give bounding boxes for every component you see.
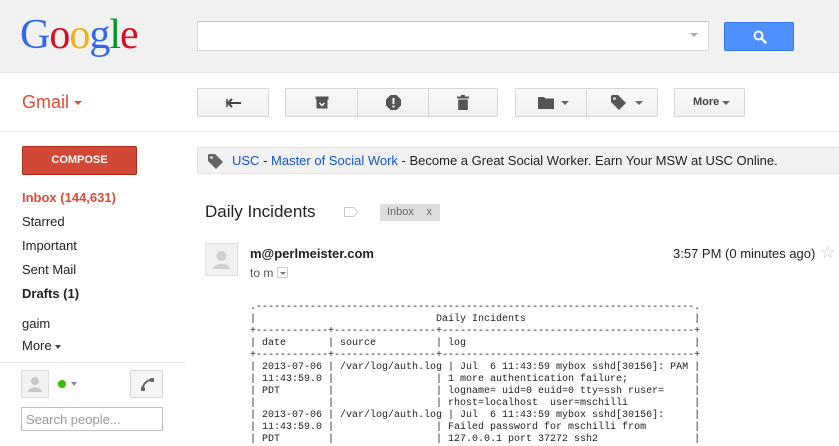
message-timestamp: 3:57 PM (0 minutes ago) [673, 246, 816, 261]
logo-letter: o [49, 12, 70, 58]
search-icon [753, 30, 767, 44]
logo-letter: o [69, 12, 90, 58]
sender-email[interactable]: m@perlmeister.com [250, 246, 374, 261]
chevron-down-icon [722, 101, 730, 105]
message-body-line: | 11:43:59.0 | | Failed password for msc… [250, 422, 701, 433]
user-silhouette-icon [28, 377, 42, 392]
more-label: More [693, 96, 720, 108]
search-options-chevron-down-icon[interactable] [690, 33, 698, 37]
message-body-line: | 2013-07-06 | /var/log/auth.log | Jul 6… [250, 410, 701, 421]
avatar[interactable] [21, 370, 49, 398]
ad-banner[interactable]: USC - Master of Social Work - Become a G… [197, 147, 839, 174]
label-icon [208, 154, 223, 169]
label-chip-text: Inbox [387, 206, 414, 218]
message-body-line: | 11:43:59.0 | | 1 more authentication f… [250, 374, 701, 385]
nav-more-label: More [22, 338, 52, 353]
nav-item-inbox[interactable]: Inbox (144,631) [22, 190, 116, 205]
message-actions-group [285, 88, 498, 117]
recipient-text: to m [250, 266, 274, 280]
message-body: .---------------------------------------… [250, 302, 700, 446]
recipient-line: to m [250, 266, 289, 280]
ad-description: Become a Great Social Worker. Earn Your … [409, 153, 778, 168]
message-body-line: | 2013-07-06 | /var/log/auth.log | Jul 6… [250, 362, 701, 373]
ad-separator: - [259, 153, 272, 168]
message-body-line: | date | source | log | [250, 338, 701, 349]
delete-icon [457, 95, 469, 110]
label-chip-inbox: Inbox x [380, 204, 440, 221]
remove-label-button[interactable]: x [427, 204, 433, 221]
labels-button[interactable] [586, 89, 657, 116]
report-spam-icon [386, 95, 401, 110]
nav-item-starred[interactable]: Starred [22, 214, 65, 229]
message-body-line: +------------+-----------------+--------… [250, 350, 701, 361]
presence-status-icon[interactable] [58, 380, 66, 388]
message-body-line: | | | rhost=localhost user=mschilli | [250, 398, 701, 409]
header-divider [0, 131, 839, 132]
gmail-label: Gmail [22, 92, 70, 112]
message-body-line: | Daily Incidents | [250, 314, 701, 325]
call-phone-button[interactable] [130, 370, 163, 398]
back-arrow-icon [226, 98, 241, 108]
ad-sponsor-link[interactable]: USC [232, 153, 259, 168]
nav-item-gaim[interactable]: gaim [22, 316, 50, 331]
show-details-chevron-down-icon[interactable] [277, 267, 289, 278]
search-input[interactable] [197, 21, 709, 51]
chevron-down-icon [54, 344, 61, 349]
logo-letter: l [109, 12, 121, 58]
report-spam-button[interactable] [357, 89, 428, 116]
organize-group [515, 88, 658, 117]
google-logo[interactable]: Google [20, 10, 139, 60]
archive-button[interactable] [286, 89, 357, 116]
top-bar: Google [0, 0, 839, 73]
message-subject: Daily Incidents [205, 202, 316, 221]
ad-text: USC - Master of Social Work - Become a G… [232, 148, 778, 173]
logo-letter: G [20, 12, 50, 58]
ad-title-link[interactable]: Master of Social Work [271, 153, 398, 168]
compose-button[interactable]: COMPOSE [22, 146, 137, 175]
back-button[interactable] [197, 88, 269, 117]
logo-letter: e [120, 12, 139, 58]
label-icon [611, 95, 626, 110]
move-to-button[interactable] [516, 89, 586, 116]
chevron-down-icon[interactable] [71, 382, 77, 386]
star-icon[interactable]: ☆ [820, 244, 835, 261]
user-silhouette-icon [213, 251, 230, 269]
chevron-down-icon [74, 101, 83, 106]
message-body-line: .---------------------------------------… [250, 302, 701, 313]
phone-icon [141, 378, 154, 391]
avatar [205, 243, 238, 276]
importance-marker-icon[interactable] [344, 207, 358, 217]
message-body-line: | PDT | | logname= uid=0 euid=0 tty=ssh … [250, 386, 701, 397]
message-body-line: +------------+-----------------+--------… [250, 326, 701, 337]
nav-item-more[interactable]: More [22, 338, 61, 353]
logo-letter: g [89, 12, 110, 58]
archive-icon [315, 96, 329, 109]
search-people-input[interactable] [21, 407, 163, 431]
search-button[interactable] [724, 22, 794, 51]
nav-item-sent-mail[interactable]: Sent Mail [22, 262, 76, 277]
ad-separator: - [397, 153, 410, 168]
chevron-down-icon [561, 101, 569, 105]
chevron-down-icon [635, 101, 643, 105]
nav-item-drafts[interactable]: Drafts (1) [22, 286, 79, 301]
folder-icon [538, 97, 554, 109]
chat-divider [0, 362, 185, 363]
message-body-line: | PDT | | 127.0.0.1 port 37272 ssh2 | [250, 434, 701, 445]
gmail-menu[interactable]: Gmail [22, 92, 83, 113]
nav-item-important[interactable]: Important [22, 238, 77, 253]
delete-button[interactable] [428, 89, 497, 116]
more-actions-button[interactable]: More [674, 88, 745, 117]
